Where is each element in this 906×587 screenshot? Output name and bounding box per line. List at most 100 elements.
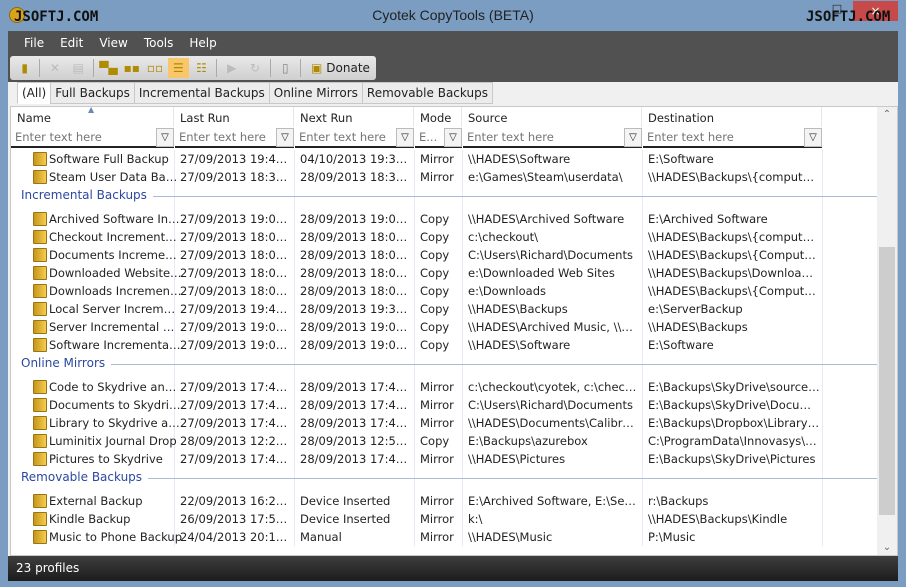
cell-name: Checkout Incremental...: [49, 230, 182, 244]
filter-name: ▽: [11, 128, 174, 148]
column-header-next-run[interactable]: Next Run: [294, 107, 414, 127]
small-icons-view-icon[interactable]: ▪▪: [121, 58, 142, 78]
tab-incremental-backups[interactable]: Incremental Backups: [133, 82, 270, 104]
filter-icon[interactable]: ▽: [804, 128, 822, 147]
properties-icon[interactable]: ▤: [68, 58, 89, 78]
details-view-icon[interactable]: ☰: [167, 58, 189, 78]
table-row[interactable]: Steam User Data Backup 27/09/2013 18:30:0…: [11, 168, 877, 186]
group-header[interactable]: Incremental Backups: [11, 186, 879, 210]
scrollbar-thumb[interactable]: [879, 247, 895, 515]
column-header-destination[interactable]: Destination: [642, 107, 822, 127]
cell-mode: Copy: [420, 284, 450, 298]
folder-icon: [33, 398, 47, 412]
menu-tools[interactable]: Tools: [136, 31, 182, 55]
cell-mode: Copy: [420, 434, 450, 448]
cell-next-run: 28/09/2013 17:45:00: [300, 380, 412, 394]
cell-next-run: 28/09/2013 19:00:00: [300, 320, 412, 334]
table-row[interactable]: Server Incremental Ba... 27/09/2013 19:00…: [11, 318, 877, 336]
cell-mode: Mirror: [420, 530, 454, 544]
donate-icon: ▣: [310, 61, 323, 75]
tiles-view-icon[interactable]: ☷: [191, 58, 212, 78]
delete-icon[interactable]: ✕: [44, 58, 65, 78]
filter-destination-input[interactable]: [643, 128, 822, 146]
filter-icon[interactable]: ▽: [624, 128, 642, 147]
filter-icon[interactable]: ▽: [276, 128, 294, 147]
cell-name: Downloaded Websites...: [49, 266, 182, 280]
table-row[interactable]: Documents to Skydriv... 27/09/2013 17:45:…: [11, 396, 877, 414]
folder-icon: [33, 212, 47, 226]
cell-last-run: 27/09/2013 17:45:13: [180, 380, 292, 394]
table-row[interactable]: Luminitix Journal Drop 28/09/2013 12:20:0…: [11, 432, 877, 450]
table-row[interactable]: Downloads Increment... 27/09/2013 18:06:5…: [11, 282, 877, 300]
cell-last-run: 27/09/2013 19:00:38: [180, 320, 292, 334]
donate-button[interactable]: ▣ Donate: [305, 61, 376, 75]
group-title: Incremental Backups: [21, 188, 153, 202]
cell-mode: Copy: [420, 212, 450, 226]
folder-icon: [33, 338, 47, 352]
table-row[interactable]: Kindle Backup 26/09/2013 17:57:28 Device I…: [11, 510, 877, 528]
vertical-scrollbar[interactable]: ⌃ ⌄: [877, 107, 897, 555]
main-window: File Edit View Tools Help ▮ ✕ ▤ ▀▄ ▪▪ ▫▫…: [8, 31, 898, 581]
cell-next-run: 28/09/2013 19:00:00: [300, 212, 412, 226]
cell-next-run: 28/09/2013 19:30:00: [300, 302, 412, 316]
list-view-icon[interactable]: ▫▫: [144, 58, 165, 78]
column-header-name[interactable]: ▲ Name: [11, 107, 174, 127]
table-row[interactable]: Documents Increment... 27/09/2013 18:06:3…: [11, 246, 877, 264]
cell-mode: Mirror: [420, 380, 454, 394]
filter-icon[interactable]: ▽: [156, 128, 174, 147]
cell-name: Documents Increment...: [49, 248, 182, 262]
filter-name-input[interactable]: [11, 128, 174, 146]
menu-view[interactable]: View: [91, 31, 135, 55]
cell-last-run: 27/09/2013 18:06:05: [180, 230, 292, 244]
cell-destination: E:\Software: [648, 152, 714, 166]
column-header-last-run[interactable]: Last Run: [174, 107, 294, 127]
filter-source-input[interactable]: [463, 128, 642, 146]
cell-name: Luminitix Journal Drop: [49, 434, 177, 448]
table-row[interactable]: Downloaded Websites... 27/09/2013 18:06:5…: [11, 264, 877, 282]
group-header[interactable]: Online Mirrors: [11, 354, 879, 378]
table-row[interactable]: Local Server Incremen... 27/09/2013 19:40…: [11, 300, 877, 318]
cell-mode: Mirror: [420, 152, 454, 166]
tab-removable-backups[interactable]: Removable Backups: [361, 82, 493, 104]
table-row[interactable]: Checkout Incremental... 27/09/2013 18:06:…: [11, 228, 877, 246]
cell-next-run: 28/09/2013 18:00:00: [300, 284, 412, 298]
table-row[interactable]: Software Incremental ... 27/09/2013 19:09…: [11, 336, 877, 354]
tab-full-backups[interactable]: Full Backups: [50, 82, 135, 104]
scroll-down-icon[interactable]: ⌄: [877, 542, 897, 553]
cell-source: \\HADES\Backups: [468, 302, 568, 316]
filter-icon[interactable]: ▽: [396, 128, 414, 147]
log-icon[interactable]: ▯: [275, 58, 296, 78]
cell-mode: Copy: [420, 302, 450, 316]
table-row[interactable]: Archived Software Inc... 27/09/2013 19:00…: [11, 210, 877, 228]
cell-name: Documents to Skydriv...: [49, 398, 182, 412]
table-row[interactable]: Code to Skydrive and ... 27/09/2013 17:45…: [11, 378, 877, 396]
menu-file[interactable]: File: [16, 31, 52, 55]
cell-last-run: 27/09/2013 19:40:00: [180, 302, 292, 316]
scroll-up-icon[interactable]: ⌃: [877, 109, 897, 120]
group-header[interactable]: Removable Backups: [11, 468, 879, 492]
table-row[interactable]: Music to Phone Backup 24/04/2013 20:16:23…: [11, 528, 877, 546]
cell-next-run: Device Inserted: [300, 494, 391, 508]
refresh-icon[interactable]: ↻: [244, 58, 265, 78]
cell-source: \\HADES\Software: [468, 338, 571, 352]
menu-help[interactable]: Help: [181, 31, 224, 55]
menu-edit[interactable]: Edit: [52, 31, 91, 55]
table-row[interactable]: Library to Skydrive an... 27/09/2013 17:4…: [11, 414, 877, 432]
column-header-mode[interactable]: Mode: [414, 107, 462, 127]
cell-last-run: 27/09/2013 19:00:07: [180, 212, 292, 226]
tab-all[interactable]: (All): [17, 82, 52, 104]
table-row[interactable]: Software Full Backup 27/09/2013 19:42:12 0…: [11, 150, 877, 168]
large-icons-view-icon[interactable]: ▀▄: [98, 58, 119, 78]
cell-destination: E:\Backups\Dropbox\Library, E:...: [648, 416, 820, 430]
table-row[interactable]: Pictures to Skydrive 27/09/2013 17:45:22 2…: [11, 450, 877, 468]
window-title: Cyotek CopyTools (BETA): [372, 7, 534, 23]
table-row[interactable]: External Backup 22/09/2013 16:22:00 Device…: [11, 492, 877, 510]
column-header-source[interactable]: Source: [462, 107, 642, 127]
filter-icon[interactable]: ▽: [444, 128, 462, 147]
new-profile-icon[interactable]: ▮: [14, 58, 35, 78]
cell-next-run: Manual: [300, 530, 342, 544]
tab-online-mirrors[interactable]: Online Mirrors: [268, 82, 363, 104]
group-title: Removable Backups: [21, 470, 149, 484]
run-icon[interactable]: ▶: [221, 58, 242, 78]
cell-next-run: 28/09/2013 18:00:00: [300, 248, 412, 262]
